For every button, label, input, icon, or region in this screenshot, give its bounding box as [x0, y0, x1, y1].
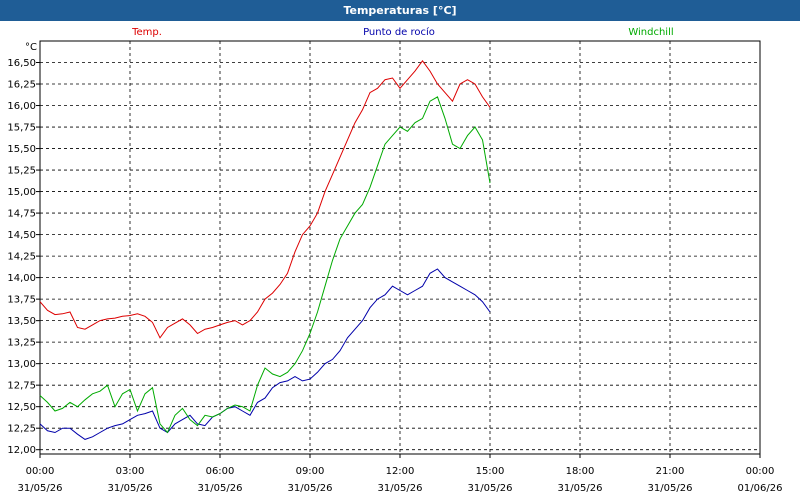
x-tick-date-label: 31/05/26	[18, 483, 63, 494]
y-tick-label: 16,00	[7, 101, 36, 112]
x-axis: 00:00 31/05/26 03:00 31/05/26 06:00 31/05/26 0…	[18, 454, 783, 494]
x-tick-date-label: 31/05/26	[288, 483, 333, 494]
y-tick-label: 16,50	[7, 58, 36, 69]
y-tick-label: 16,25	[7, 80, 36, 91]
y-tick-label: 12,75	[7, 381, 36, 392]
x-tick-date-label: 31/05/26	[648, 483, 693, 494]
x-tick-time-label: 21:00	[656, 466, 685, 477]
grid-lines	[40, 41, 760, 454]
y-tick-label: 13,00	[7, 359, 36, 370]
y-tick-label: 12,50	[7, 402, 36, 413]
series-lines	[39, 59, 491, 440]
y-tick-label: 15,00	[7, 187, 36, 198]
y-axis: 12,00 12,25 12,50 12,75 13,00 13,25 13,50 13,75…	[7, 58, 40, 456]
series-line	[39, 59, 491, 339]
legend-entry: Temp.	[131, 27, 162, 38]
x-tick-time-label: 12:00	[386, 466, 415, 477]
x-tick-time-label: 06:00	[206, 466, 235, 477]
series-line	[39, 96, 491, 434]
legend-entry: Punto de rocío	[363, 26, 435, 38]
legend-entry: Windchill	[628, 27, 673, 38]
x-tick-time-label: 09:00	[296, 466, 325, 477]
x-tick-time-label: 18:00	[566, 466, 595, 477]
y-tick-label: 14,25	[7, 252, 36, 263]
y-tick-label: 14,75	[7, 209, 36, 220]
legend: Temp. Punto de rocío Windchill	[131, 26, 674, 38]
x-tick-time-label: 03:00	[116, 466, 145, 477]
y-tick-label: 13,25	[7, 338, 36, 349]
y-tick-label: 14,50	[7, 230, 36, 241]
y-tick-label: 15,25	[7, 166, 36, 177]
y-tick-label: 14,00	[7, 273, 36, 284]
x-tick-time-label: 00:00	[26, 466, 55, 477]
y-tick-label: 12,00	[7, 445, 36, 456]
chart-title: Temperaturas [°C]	[0, 0, 800, 21]
y-axis-unit-label: °C	[25, 42, 37, 53]
y-tick-label: 12,25	[7, 424, 36, 435]
y-tick-label: 13,50	[7, 316, 36, 327]
x-tick-time-label: 00:00	[746, 466, 775, 477]
x-tick-date-label: 31/05/26	[378, 483, 423, 494]
y-tick-label: 13,75	[7, 295, 36, 306]
y-tick-label: 15,75	[7, 123, 36, 134]
series-line	[39, 268, 491, 440]
x-tick-time-label: 15:00	[476, 466, 505, 477]
x-tick-date-label: 31/05/26	[468, 483, 513, 494]
x-tick-date-label: 31/05/26	[558, 483, 603, 494]
x-tick-date-label: 01/06/26	[738, 483, 783, 494]
x-tick-date-label: 31/05/26	[108, 483, 153, 494]
x-tick-date-label: 31/05/26	[198, 483, 243, 494]
temperature-chart: 12,00 12,25 12,50 12,75 13,00 13,25 13,50 13,75…	[7, 26, 783, 494]
y-tick-label: 15,50	[7, 144, 36, 155]
